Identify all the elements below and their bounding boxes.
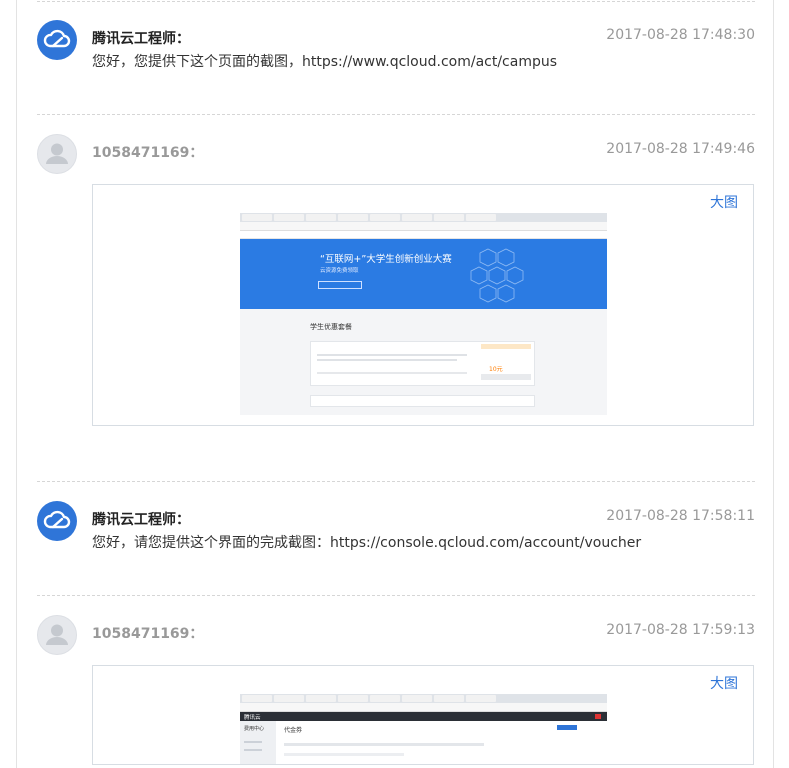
console-topbar: 腾讯云	[240, 712, 607, 721]
image-attachment: 大图 “互联网+”大学生创新创业大赛 云资源免费领取 学生优惠套餐 10元	[92, 184, 754, 426]
message-timestamp: 2017-08-28 17:49:46	[606, 141, 755, 157]
banner-button	[318, 281, 362, 289]
default-user-icon	[37, 615, 77, 655]
offer-price: 10元	[489, 366, 503, 373]
hexagon-decoration	[470, 248, 524, 303]
message-separator	[37, 481, 755, 482]
section-title: 学生优惠套餐	[310, 323, 352, 331]
offer-card: 10元	[310, 341, 535, 386]
message-author: 腾讯云工程师：	[92, 512, 190, 528]
browser-tabbar	[240, 694, 607, 703]
message-timestamp: 2017-08-28 17:59:13	[606, 622, 755, 638]
image-attachment: 大图 腾讯云 费用中心 代金券	[92, 665, 754, 765]
message-separator	[37, 1, 755, 2]
default-user-icon	[37, 134, 77, 174]
message-text[interactable]: 您好，您提供下这个页面的截图，https://www.qcloud.com/ac…	[92, 51, 557, 71]
message-separator	[37, 595, 755, 596]
console-sidebar: 费用中心	[240, 721, 276, 764]
cloud-logo-icon	[37, 20, 77, 60]
message-text[interactable]: 您好，请您提供这个界面的完成截图：https://console.qcloud.…	[92, 532, 641, 552]
browser-bookmarks-bar	[240, 231, 607, 239]
message-timestamp: 2017-08-28 17:48:30	[606, 27, 755, 43]
banner-subtitle: 云资源免费领取	[320, 268, 359, 274]
view-large-image-link[interactable]: 大图	[710, 673, 738, 693]
message-timestamp: 2017-08-28 17:58:11	[606, 508, 755, 524]
console-logo: 腾讯云	[244, 715, 261, 721]
console-body: 费用中心 代金券	[240, 721, 607, 764]
console-page-title: 代金券	[284, 727, 303, 734]
message-author: 腾讯云工程师：	[92, 31, 190, 47]
campus-banner: “互联网+”大学生创新创业大赛 云资源免费领取	[240, 239, 607, 309]
page-content: 学生优惠套餐 10元	[240, 309, 607, 407]
browser-tabbar	[240, 213, 607, 222]
sidebar-title: 费用中心	[244, 726, 265, 732]
screenshot-thumbnail[interactable]: “互联网+”大学生创新创业大赛 云资源免费领取 学生优惠套餐 10元	[240, 213, 607, 415]
banner-title: “互联网+”大学生创新创业大赛	[320, 254, 452, 265]
browser-address-bar	[240, 222, 607, 231]
browser-address-bar	[240, 703, 607, 712]
message-author: 1058471169：	[92, 145, 204, 161]
message-author: 1058471169：	[92, 626, 204, 642]
screenshot-thumbnail[interactable]: 腾讯云 费用中心 代金券	[240, 694, 607, 764]
console-main: 代金券	[276, 721, 607, 764]
cloud-logo-icon	[37, 501, 77, 541]
view-large-image-link[interactable]: 大图	[710, 192, 738, 212]
message-separator	[37, 114, 755, 115]
